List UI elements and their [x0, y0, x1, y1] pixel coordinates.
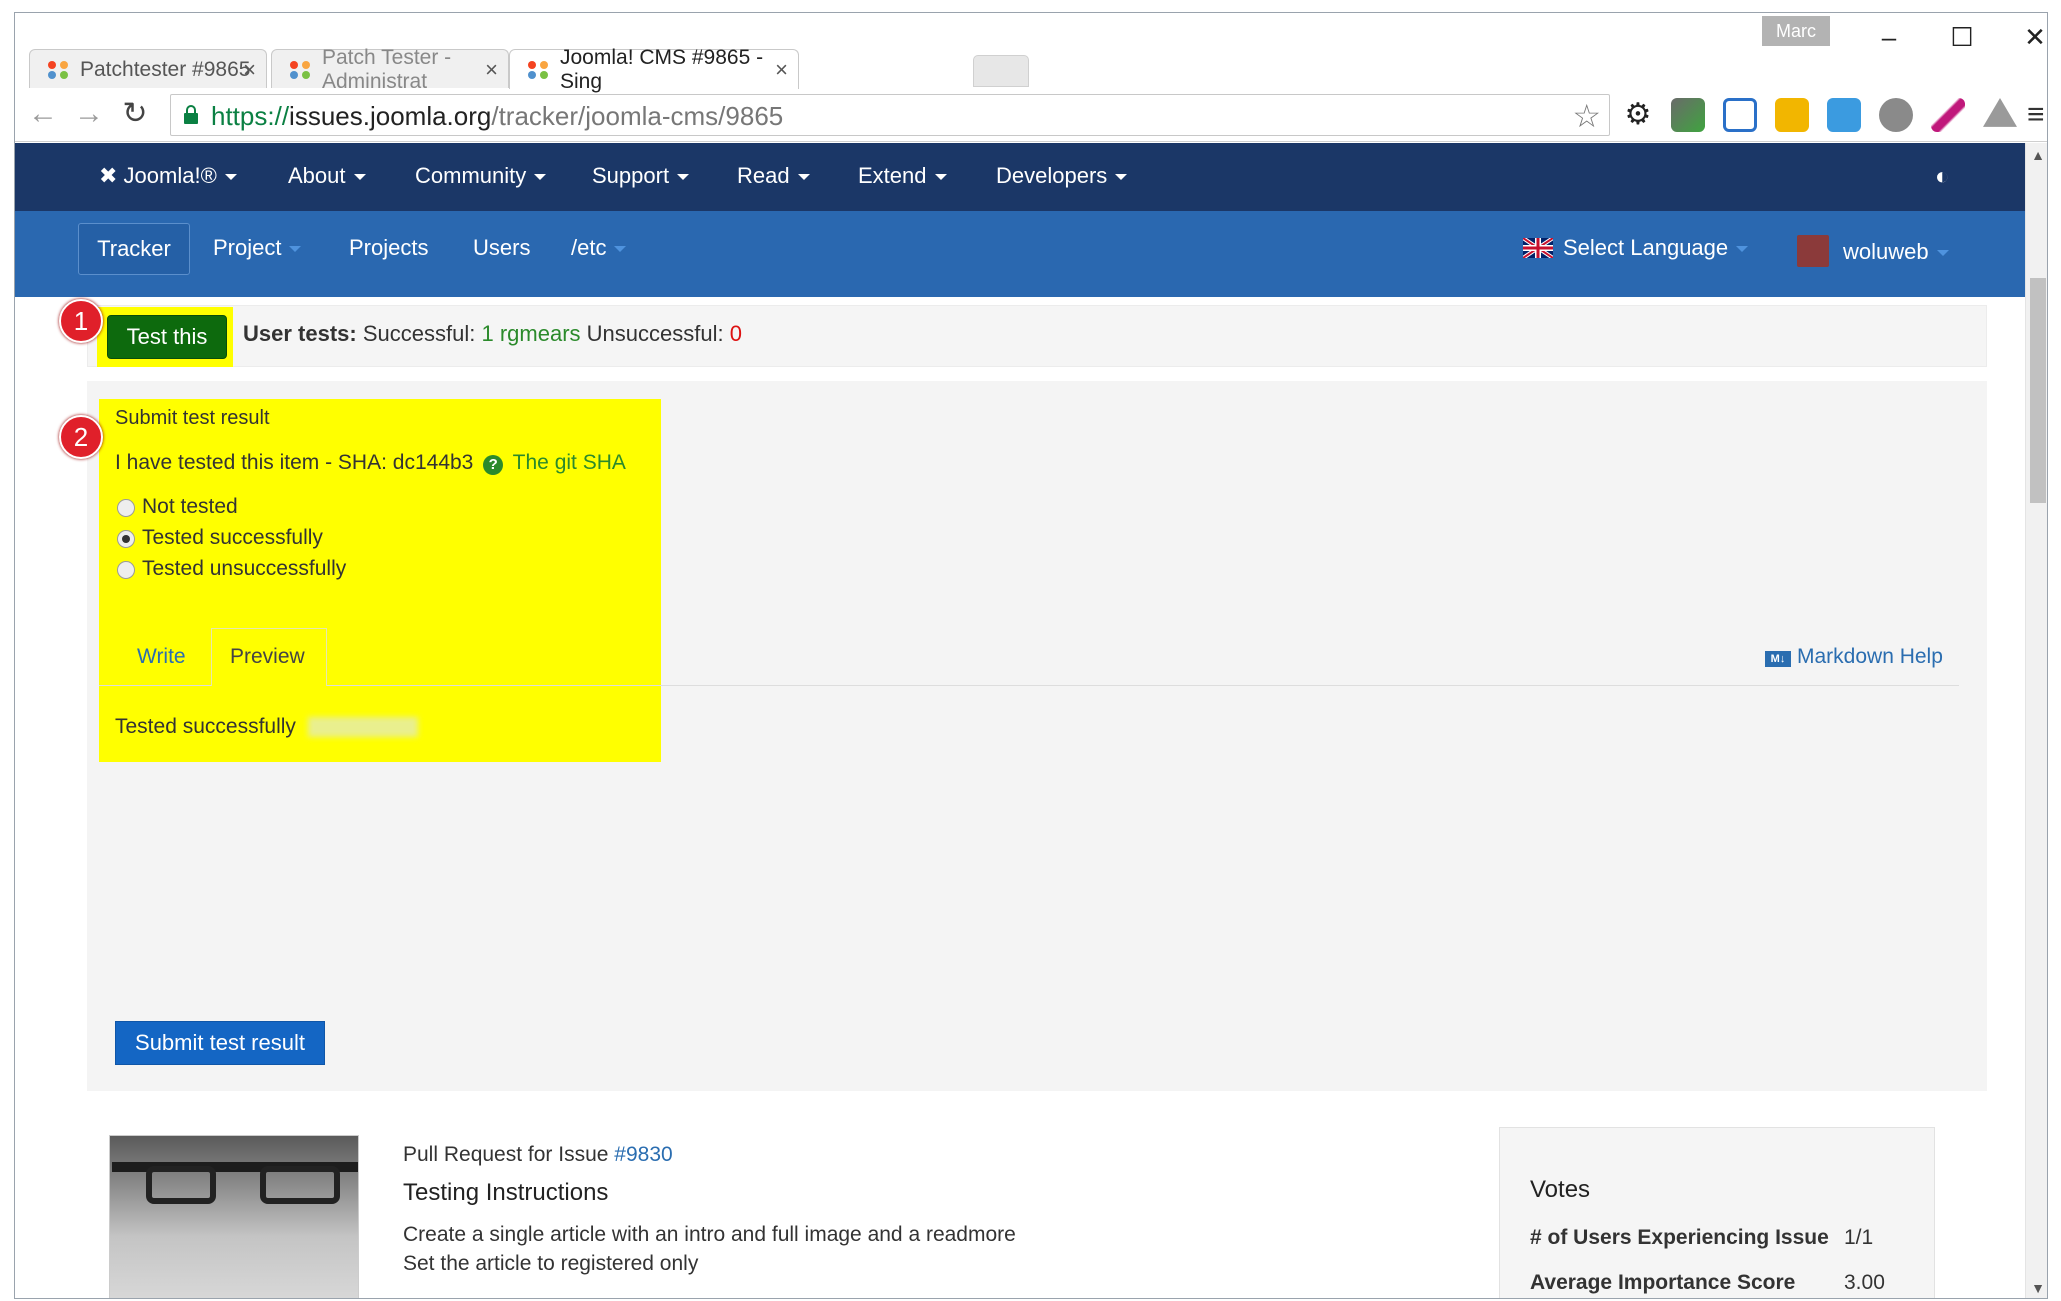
- tab-joomla-cms[interactable]: Joomla! CMS #9865 - Sing ×: [509, 46, 799, 93]
- scroll-thumb[interactable]: [2030, 278, 2046, 503]
- extension-blue-icon[interactable]: [1827, 98, 1861, 132]
- nav-projects[interactable]: Projects: [349, 235, 428, 261]
- votes-score-label: Average Importance Score: [1530, 1271, 1796, 1294]
- editor-tabs-divider: [99, 685, 1959, 686]
- votes-title: Votes: [1530, 1176, 1591, 1203]
- step-badge-2: 2: [59, 415, 103, 459]
- sha-line: I have tested this item - SHA: dc144b3 ?…: [115, 451, 626, 475]
- close-window-icon[interactable]: ✕: [2015, 19, 2047, 55]
- form-heading: Submit test result: [115, 407, 270, 429]
- issue-link[interactable]: #9830: [614, 1143, 672, 1166]
- select-language[interactable]: Select Language: [1521, 235, 1749, 261]
- user-menu[interactable]: woluweb: [1797, 235, 1949, 267]
- nav-community[interactable]: Community: [415, 163, 547, 189]
- option-tested-unsuccessfully: Tested unsuccessfully: [142, 557, 347, 580]
- testing-instructions-title: Testing Instructions: [403, 1179, 609, 1206]
- bookmark-star-icon[interactable]: ☆: [1572, 97, 1601, 135]
- blurred-redaction: [307, 717, 418, 737]
- option-tested-successfully: Tested successfully: [142, 526, 323, 549]
- globe-icon[interactable]: ◐: [1935, 163, 1950, 191]
- tab-title: Patch Tester - Administrat: [322, 45, 452, 93]
- option-not-tested: Not tested: [142, 495, 238, 518]
- nav-joomla[interactable]: ✖ Joomla!®: [99, 163, 237, 189]
- joomla-favicon-icon: [48, 61, 68, 79]
- profile-badge[interactable]: Marc: [1762, 16, 1830, 46]
- settings-gear-icon[interactable]: ⚙: [1621, 98, 1655, 132]
- tab-patch-tester-admin[interactable]: Patch Tester - Administrat ×: [271, 46, 509, 93]
- forward-icon[interactable]: →: [71, 96, 107, 132]
- submit-test-result-button[interactable]: Submit test result: [115, 1021, 325, 1065]
- joomla-favicon-icon: [528, 61, 548, 79]
- scroll-down-icon[interactable]: ▼: [2026, 1276, 2047, 1298]
- nav-extend[interactable]: Extend: [858, 163, 947, 189]
- lens-left: [146, 1166, 216, 1204]
- instruction-line-1: Create a single article with an intro an…: [403, 1223, 1016, 1246]
- author-photo: [109, 1135, 359, 1298]
- lens-right: [260, 1166, 340, 1204]
- tab-preview[interactable]: Preview: [230, 645, 305, 669]
- maximize-icon[interactable]: ☐: [1942, 19, 1982, 55]
- instruction-line-2: Set the article to registered only: [403, 1252, 699, 1275]
- drive-icon[interactable]: [1983, 98, 2017, 127]
- close-tab-icon[interactable]: ×: [775, 57, 788, 83]
- markdown-help-link[interactable]: M↓ Markdown Help: [1765, 645, 1943, 669]
- scroll-up-icon[interactable]: ▲: [2026, 143, 2047, 167]
- user-tests-summary: User tests: Successful: 1 rgmears Unsucc…: [243, 321, 742, 346]
- close-tab-icon[interactable]: ×: [485, 57, 498, 83]
- skype-icon[interactable]: [1879, 98, 1913, 132]
- joomla-favicon-icon: [290, 61, 310, 79]
- markdown-icon: M↓: [1765, 651, 1791, 667]
- browser-window: Patchtester #9865 × Patch Tester - Admin…: [14, 12, 2048, 1299]
- nav-support[interactable]: Support: [592, 163, 690, 189]
- votes-users-label: # of Users Experiencing Issue: [1530, 1226, 1829, 1249]
- pull-request-line: Pull Request for Issue #9830: [403, 1143, 673, 1166]
- tab-write[interactable]: Write: [137, 645, 186, 669]
- menu-icon[interactable]: ≡: [2027, 98, 2047, 132]
- votes-users-value: 1/1: [1844, 1226, 1874, 1249]
- tab-patchtester[interactable]: Patchtester #9865 ×: [29, 49, 267, 89]
- url-text: https://issues.joomla.org/tracker/joomla…: [211, 101, 784, 131]
- address-bar[interactable]: https://issues.joomla.org/tracker/joomla…: [170, 94, 1610, 136]
- radio-tested-successfully[interactable]: [117, 530, 135, 548]
- extension-pen-icon[interactable]: [1671, 98, 1705, 132]
- nav-developers[interactable]: Developers: [996, 163, 1128, 189]
- nav-tracker[interactable]: Tracker: [78, 223, 190, 275]
- tab-title: Patchtester #9865: [80, 57, 251, 81]
- nav-about[interactable]: About: [288, 163, 366, 189]
- new-tab-button[interactable]: [973, 55, 1029, 87]
- screenshot-icon[interactable]: [1723, 98, 1757, 132]
- reload-icon[interactable]: ↻: [117, 96, 153, 132]
- page-scrollbar[interactable]: ▲ ▼: [2025, 143, 2047, 1298]
- help-icon[interactable]: ?: [483, 455, 504, 475]
- radio-not-tested[interactable]: [117, 499, 135, 517]
- minimize-icon[interactable]: –: [1869, 19, 1909, 55]
- tab-strip: Patchtester #9865 × Patch Tester - Admin…: [15, 13, 2047, 93]
- close-tab-icon[interactable]: ×: [243, 57, 256, 83]
- feather-icon[interactable]: [1931, 98, 1965, 132]
- test-this-button[interactable]: Test this: [107, 315, 227, 359]
- back-icon[interactable]: ←: [25, 96, 61, 132]
- joomla-logo-icon: ✖: [99, 163, 124, 188]
- votes-panel: Votes # of Users Experiencing Issue 1/1 …: [1499, 1127, 1935, 1298]
- preview-text: Tested successfully: [115, 715, 418, 739]
- nav-etc[interactable]: /etc: [571, 235, 627, 261]
- step-badge-1: 1: [59, 299, 103, 343]
- page-viewport: ✖ Joomla!® About Community Support Read …: [15, 143, 2047, 1298]
- uk-flag-icon: [1521, 236, 1555, 260]
- tester-link[interactable]: rgmears: [500, 321, 581, 346]
- messages-icon[interactable]: [1775, 98, 1809, 132]
- nav-read[interactable]: Read: [737, 163, 810, 189]
- votes-score-value: 3.00: [1844, 1271, 1885, 1294]
- page-content: 1 Test this User tests: Successful: 1 rg…: [57, 297, 2017, 1298]
- nav-project[interactable]: Project: [213, 235, 302, 261]
- tracker-nav: Tracker Project Projects Users /etc Sele…: [15, 211, 2025, 297]
- lock-icon: [184, 105, 198, 124]
- joomla-top-nav: ✖ Joomla!® About Community Support Read …: [15, 143, 2025, 211]
- browser-toolbar: ← → ↻ https://issues.joomla.org/tracker/…: [15, 88, 2047, 142]
- radio-tested-unsuccessfully[interactable]: [117, 561, 135, 579]
- tab-title: Joomla! CMS #9865 - Sing: [560, 45, 764, 93]
- user-avatar: [1797, 235, 1829, 267]
- nav-users[interactable]: Users: [473, 235, 530, 261]
